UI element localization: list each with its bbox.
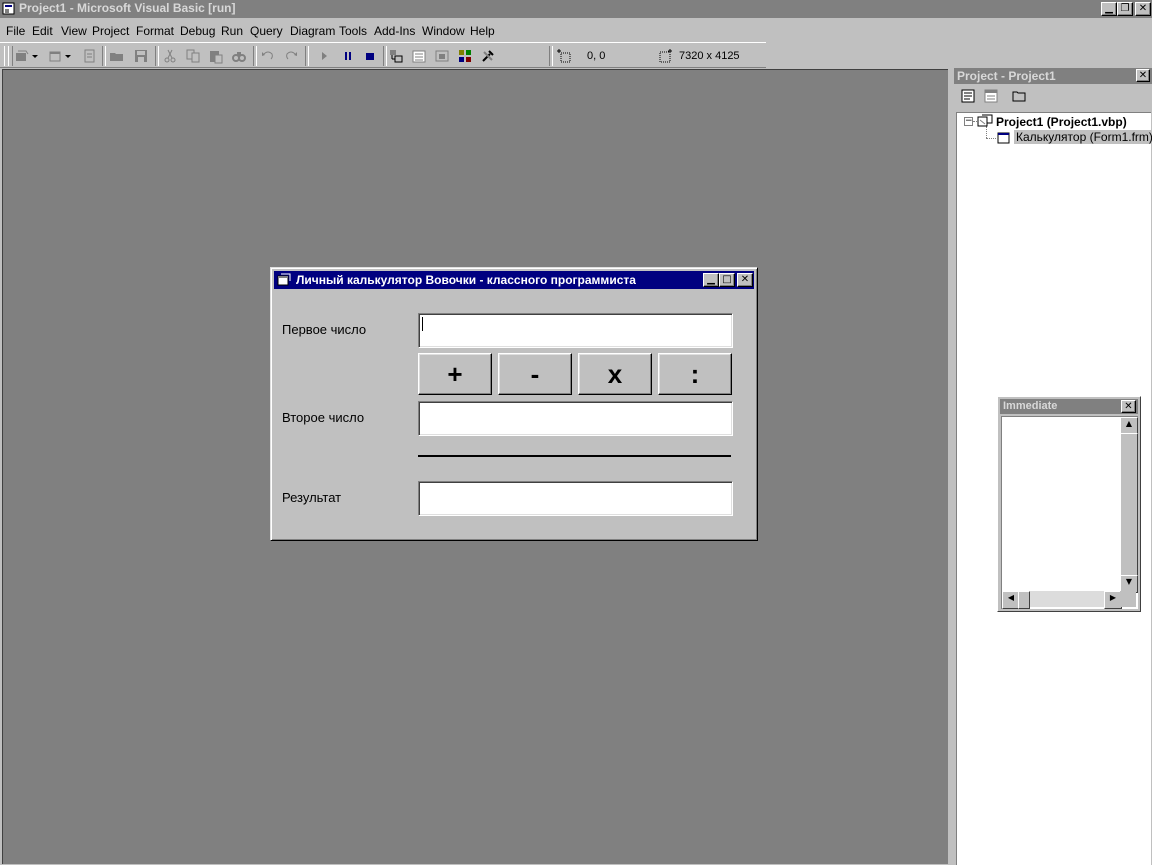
project-icon <box>977 114 993 131</box>
object-browser-icon[interactable] <box>456 47 474 65</box>
form-title: Личный калькулятор Вовочки - классного п… <box>296 273 636 287</box>
close-button[interactable]: ✕ <box>1121 400 1136 413</box>
toolbox-icon[interactable] <box>479 47 497 65</box>
add-button[interactable]: + <box>418 353 492 395</box>
properties-window-icon[interactable] <box>410 47 428 65</box>
form-title-bar[interactable]: Личный калькулятор Вовочки - классного п… <box>274 271 754 289</box>
menu-bar: File Edit View Project Format Debug Run … <box>0 20 1152 41</box>
divide-button[interactable]: : <box>658 353 732 395</box>
size-icon <box>657 47 675 65</box>
restore-button[interactable]: ❐ <box>1117 2 1133 16</box>
view-object-icon[interactable] <box>982 87 1000 105</box>
window-title: Project1 - Microsoft Visual Basic [run] <box>19 1 236 15</box>
copy-icon[interactable] <box>184 47 202 65</box>
form-node[interactable]: Калькулятор (Form1.frm) <box>1014 130 1152 144</box>
multiply-button[interactable]: x <box>578 353 652 395</box>
collapse-icon[interactable]: − <box>964 117 973 126</box>
menu-addins[interactable]: Add-Ins <box>374 24 415 38</box>
scroll-thumb[interactable] <box>1120 433 1138 577</box>
menu-edit[interactable]: Edit <box>32 24 53 38</box>
view-code-icon[interactable] <box>959 87 977 105</box>
break-icon[interactable] <box>339 47 357 65</box>
menu-query[interactable]: Query <box>250 24 283 38</box>
dropdown-arrow-icon[interactable] <box>63 47 73 65</box>
toolbar-separator <box>155 46 159 66</box>
calculator-form: Личный калькулятор Вовочки - классного п… <box>270 267 758 541</box>
menu-file[interactable]: File <box>6 24 25 38</box>
text-caret <box>422 317 423 331</box>
find-icon[interactable] <box>230 47 248 65</box>
save-project-icon[interactable] <box>132 47 150 65</box>
toolbar-separator <box>305 46 309 66</box>
close-button[interactable]: ✕ <box>737 273 753 287</box>
immediate-window: Immediate ✕ ▲ ▼ ◀ ▶ <box>997 396 1141 612</box>
size-grip <box>1120 591 1136 607</box>
cut-icon[interactable] <box>161 47 179 65</box>
project-explorer-icon[interactable] <box>387 47 405 65</box>
second-number-input[interactable] <box>418 401 733 436</box>
immediate-input[interactable]: ▲ ▼ ◀ ▶ <box>1001 416 1138 609</box>
immediate-title: Immediate <box>1003 400 1058 412</box>
standard-toolbar: 0, 0 7320 x 4125 <box>0 42 766 68</box>
menu-diagram[interactable]: Diagram <box>290 24 335 38</box>
position-icon <box>555 47 573 65</box>
add-project-icon[interactable] <box>13 47 31 65</box>
menu-run[interactable]: Run <box>221 24 243 38</box>
divider-line <box>418 455 731 457</box>
vb-app-icon[interactable] <box>2 1 17 16</box>
end-icon[interactable] <box>361 47 379 65</box>
toolbar-separator <box>102 46 106 66</box>
form-layout-icon[interactable] <box>433 47 451 65</box>
open-project-icon[interactable] <box>108 47 126 65</box>
paste-icon[interactable] <box>207 47 225 65</box>
menu-format[interactable]: Format <box>136 24 174 38</box>
tree-connector <box>986 138 996 139</box>
menu-project[interactable]: Project <box>92 24 129 38</box>
result-output[interactable] <box>418 481 733 516</box>
close-button[interactable]: ✕ <box>1135 2 1151 16</box>
menu-editor-icon[interactable] <box>80 47 98 65</box>
subtract-button[interactable]: - <box>498 353 572 395</box>
result-label: Результат <box>282 490 342 505</box>
menu-view[interactable]: View <box>61 24 87 38</box>
toggle-folders-icon[interactable] <box>1010 87 1028 105</box>
immediate-title-bar[interactable]: Immediate ✕ <box>1000 399 1138 414</box>
redo-icon[interactable] <box>282 47 300 65</box>
toolbar-separator <box>549 46 553 66</box>
form-icon <box>997 131 1011 148</box>
menu-window[interactable]: Window <box>422 24 465 38</box>
undo-icon[interactable] <box>259 47 277 65</box>
minimize-button[interactable]: ▁ <box>703 273 719 287</box>
project-explorer-title-bar[interactable]: Project - Project1 ✕ <box>954 68 1152 84</box>
size-readout: 7320 x 4125 <box>679 50 740 62</box>
project-explorer-title: Project - Project1 <box>957 69 1056 83</box>
dropdown-arrow-icon[interactable] <box>30 47 40 65</box>
menu-help[interactable]: Help <box>470 24 495 38</box>
first-number-input[interactable] <box>418 313 733 348</box>
close-button[interactable]: ✕ <box>1136 69 1150 82</box>
second-number-label: Второе число <box>282 410 365 425</box>
add-form-icon[interactable] <box>46 47 64 65</box>
menu-tools[interactable]: Tools <box>339 24 367 38</box>
start-icon[interactable] <box>315 47 333 65</box>
project-node[interactable]: Project1 (Project1.vbp) <box>996 115 1127 129</box>
scroll-thumb[interactable] <box>1018 591 1030 609</box>
position-readout: 0, 0 <box>587 50 606 62</box>
minimize-button[interactable]: ▁ <box>1101 2 1117 16</box>
menu-debug[interactable]: Debug <box>180 24 215 38</box>
toolbar-separator <box>253 46 257 66</box>
form-icon[interactable] <box>277 273 291 290</box>
main-title-bar: Project1 - Microsoft Visual Basic [run] … <box>0 0 1152 18</box>
maximize-button[interactable]: □ <box>719 273 735 287</box>
first-number-label: Первое число <box>282 322 367 337</box>
